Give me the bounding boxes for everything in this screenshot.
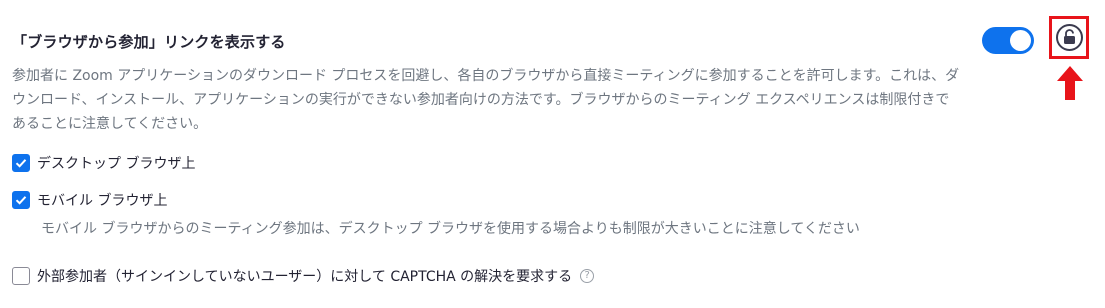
option-mobile-browser: モバイル ブラウザ上	[12, 190, 167, 210]
option-desktop-browser: デスクトップ ブラウザ上	[12, 153, 195, 173]
desktop-browser-checkbox[interactable]	[12, 154, 30, 172]
toggle-knob	[1010, 30, 1031, 51]
unlock-icon	[1064, 29, 1075, 44]
mobile-browser-description: モバイル ブラウザからのミーティング参加は、デスクトップ ブラウザを使用する場合…	[41, 221, 860, 237]
check-icon	[15, 159, 27, 168]
check-icon	[15, 196, 27, 205]
setting-title: 「ブラウザから参加」リンクを表示する	[12, 33, 286, 51]
captcha-checkbox[interactable]	[12, 267, 30, 285]
help-icon[interactable]: ?	[580, 269, 595, 283]
mobile-browser-checkbox[interactable]	[12, 191, 30, 209]
option-captcha: 外部参加者（サインインしていないユーザー）に対して CAPTCHA の解決を要求…	[12, 266, 595, 286]
setting-description: 参加者に Zoom アプリケーションのダウンロード プロセスを回避し、各自のブラ…	[12, 68, 960, 132]
enable-toggle[interactable]	[982, 27, 1034, 54]
mobile-browser-label: モバイル ブラウザ上	[37, 193, 168, 209]
captcha-label: 外部参加者（サインインしていないユーザー）に対して CAPTCHA の解決を要求…	[37, 269, 573, 285]
desktop-browser-label: デスクトップ ブラウザ上	[37, 156, 196, 172]
arrow-up-icon	[1057, 66, 1083, 100]
lock-button[interactable]	[1056, 24, 1083, 51]
